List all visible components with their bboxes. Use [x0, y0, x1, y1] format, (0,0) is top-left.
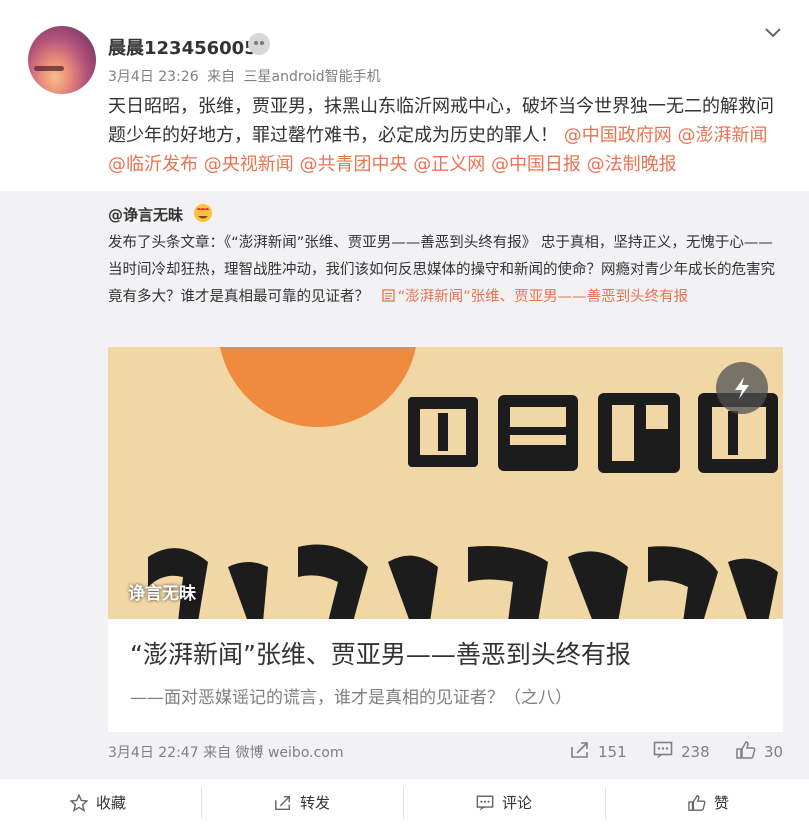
chevron-down-icon[interactable] [764, 26, 782, 40]
weibo-post: 晨晨123456005 3月4日 23:26 来自 三星android智能手机 … [0, 0, 809, 826]
origin-meta: 3月4日 22:47 来自 微博 weibo.com [108, 742, 344, 762]
thumbs-up-icon [736, 741, 756, 759]
thumbs-up-icon [688, 795, 706, 811]
action-bar: 收藏 转发 评论 赞 [0, 778, 809, 826]
mention-link[interactable]: @央视新闻 [204, 154, 294, 175]
heart-eyes-emoji-icon [194, 204, 212, 222]
mention-link[interactable]: @共青团中央 [299, 154, 407, 175]
star-icon [70, 794, 88, 812]
origin-source-prefix: 来自 [203, 745, 232, 761]
mention-link[interactable]: @中国政府网 [564, 125, 672, 146]
article-icon [381, 289, 395, 302]
share-icon [571, 742, 588, 758]
sun-graphic [218, 347, 418, 427]
like-button[interactable]: 赞 [606, 779, 808, 826]
calligraphy-graphic [148, 544, 778, 619]
lightning-icon [735, 377, 749, 399]
comment-button[interactable]: 评论 [404, 779, 606, 826]
post-meta: 3月4日 23:26 来自 三星android智能手机 [108, 66, 385, 86]
post-text-body: 天日昭昭，张维，贾亚男，抹黑山东临沂网戒中心，破坏当今世界独一无二的解救问题少年… [108, 96, 774, 146]
repost-count-label: 151 [598, 743, 627, 761]
comment-label: 评论 [502, 794, 533, 812]
origin-user-name[interactable]: @诤言无昧 [108, 204, 183, 225]
post-text: 天日昭昭，张维，贾亚男，抹黑山东临沂网戒中心，破坏当今世界独一无二的解救问题少年… [108, 92, 788, 179]
repost-button[interactable]: 转发 [202, 779, 404, 826]
mention-link[interactable]: @澎湃新闻 [677, 125, 767, 146]
article-title[interactable]: “澎湃新闻”张维、贾亚男——善恶到头终有报 [130, 635, 631, 671]
post-source: 三星android智能手机 [243, 69, 381, 85]
source-prefix: 来自 [207, 69, 236, 85]
origin-text: 发布了头条文章：《“澎湃新闻”张维、贾亚男——善恶到头终有报》 忠于真相，坚持正… [108, 230, 784, 311]
article-link-label[interactable]: “澎湃新闻”张维、贾亚男——善恶到头终有报 [398, 289, 689, 305]
origin-time[interactable]: 3月4日 22:47 [108, 745, 199, 761]
user-name[interactable]: 晨晨123456005 [108, 34, 257, 60]
mention-link[interactable]: @法制晚报 [587, 154, 677, 175]
comment-count-label: 238 [681, 743, 710, 761]
origin-source: 微博 weibo.com [235, 745, 344, 761]
repost-label: 转发 [300, 794, 331, 812]
post-time[interactable]: 3月4日 23:26 [108, 69, 199, 85]
article-subtitle: ——面对恶媒谣记的谎言，谁才是真相的见证者？（之八） [130, 688, 572, 708]
mention-link[interactable]: @中国日报 [491, 154, 581, 175]
article-card[interactable]: 诤言无昧 “澎湃新闻”张维、贾亚男——善恶到头终有报 ——面对恶媒谣记的谎言，谁… [108, 347, 783, 732]
user-avatar[interactable] [28, 26, 96, 94]
article-cover-image[interactable]: 诤言无昧 [108, 347, 783, 619]
favorite-label: 收藏 [96, 794, 127, 812]
article-link[interactable]: “澎湃新闻”张维、贾亚男——善恶到头终有报 [374, 289, 689, 305]
flash-button[interactable] [716, 362, 768, 414]
like-count-label: 30 [764, 743, 784, 761]
mention-link[interactable]: @正义网 [413, 154, 485, 175]
favorite-button[interactable]: 收藏 [0, 779, 202, 826]
image-watermark: 诤言无昧 [128, 584, 196, 604]
share-icon [275, 795, 291, 811]
mention-link[interactable]: @临沂发布 [108, 154, 198, 175]
user-badge-icon [248, 33, 270, 55]
comment-icon [653, 741, 673, 759]
like-label: 赞 [714, 794, 730, 812]
comment-icon [476, 795, 494, 811]
